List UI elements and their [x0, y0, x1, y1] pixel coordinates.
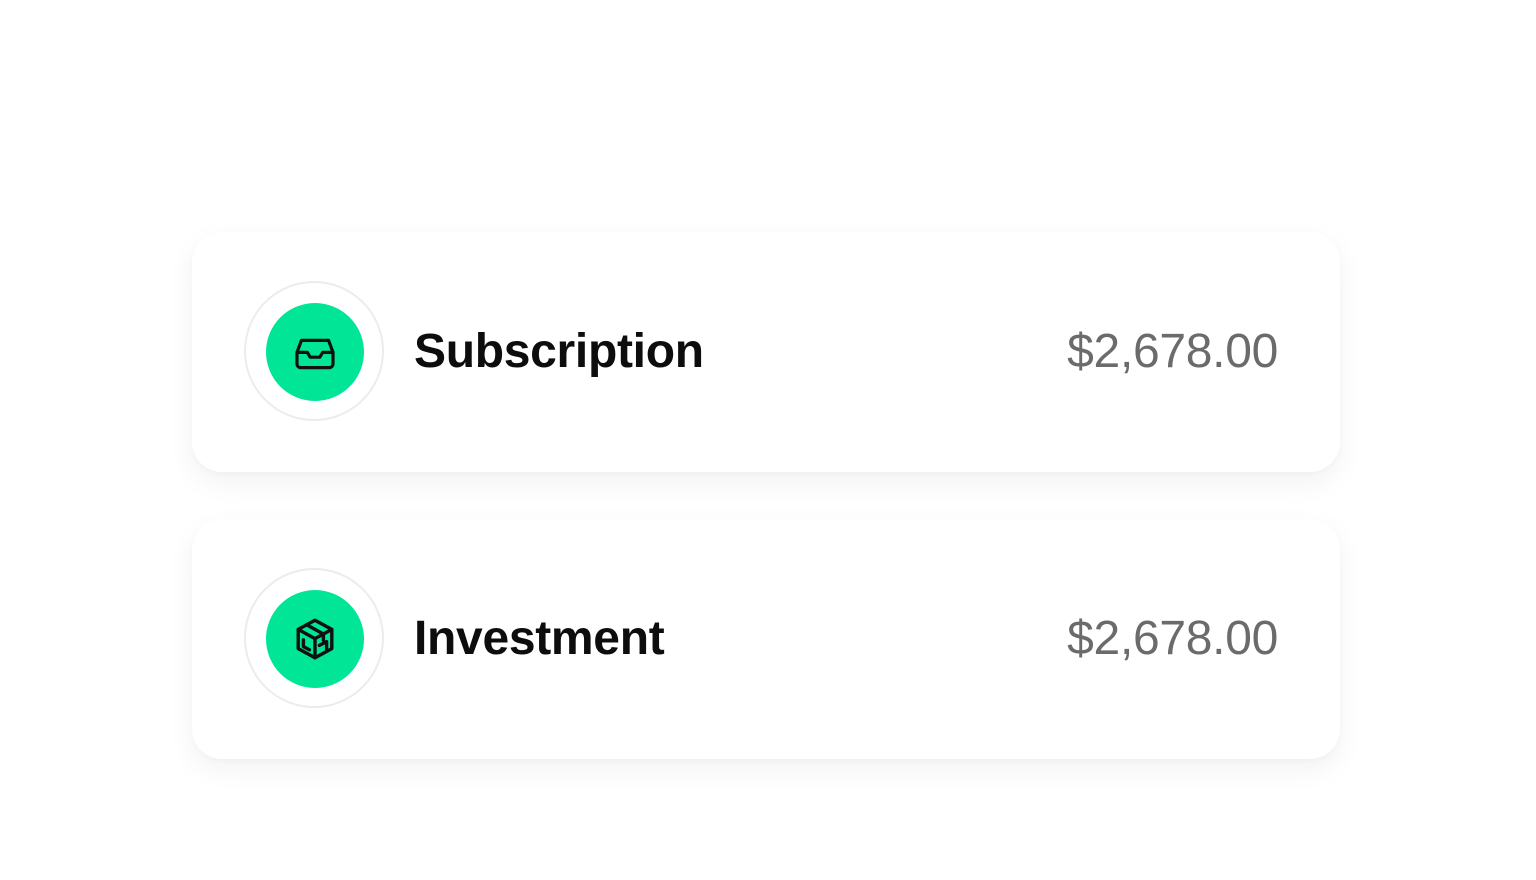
icon-disc [266, 590, 364, 688]
transaction-card-subscription[interactable]: Subscription $2,678.00 [192, 232, 1340, 472]
transaction-card-investment[interactable]: Investment $2,678.00 [192, 519, 1340, 759]
icon-disc [266, 303, 364, 401]
transaction-amount: $2,678.00 [1067, 325, 1278, 378]
icon-ring [244, 568, 384, 708]
transaction-amount: $2,678.00 [1067, 612, 1278, 665]
transaction-list: Subscription $2,678.00 Investment $2,678… [0, 0, 1536, 880]
cube-box-icon [291, 615, 339, 663]
transaction-label: Investment [414, 612, 665, 665]
inbox-tray-icon [291, 328, 339, 376]
icon-ring [244, 281, 384, 421]
transaction-label: Subscription [414, 325, 704, 378]
